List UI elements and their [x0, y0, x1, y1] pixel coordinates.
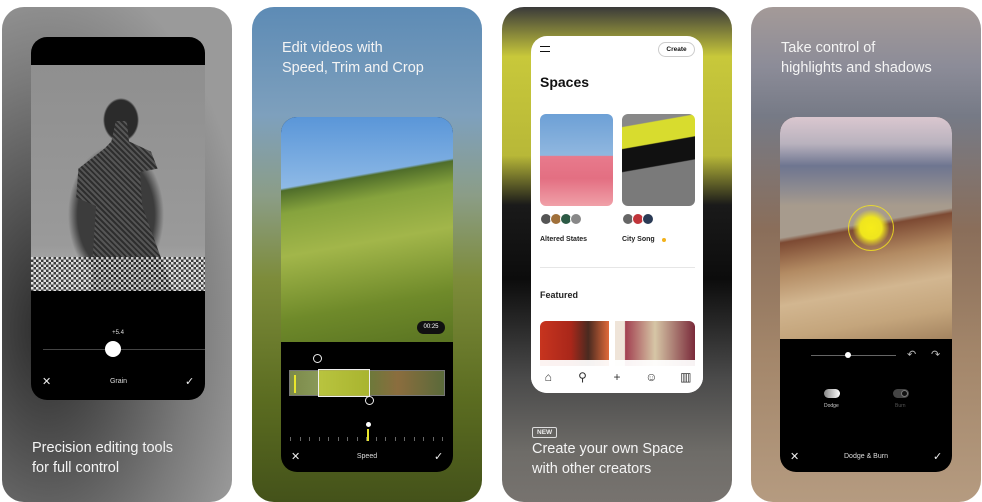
phone-mockup: +5.4 ✕ Grain ✓ [31, 37, 205, 400]
close-icon[interactable]: ✕ [42, 375, 51, 388]
home-icon[interactable]: ⌂ [540, 369, 556, 385]
plus-icon[interactable]: + [609, 369, 625, 385]
undo-icon[interactable]: ↶ [907, 348, 916, 361]
new-badge: NEW [532, 427, 558, 438]
caption-line: highlights and shadows [781, 60, 932, 76]
card-caption: Precision editing tools for full control [32, 438, 173, 478]
timestamp-badge: 00:25 [417, 321, 445, 334]
speed-tick [385, 437, 386, 441]
grain-value: +5.4 [112, 330, 124, 336]
speed-marker[interactable] [367, 429, 369, 441]
speed-tick [356, 437, 358, 441]
page-title: Spaces [540, 74, 590, 90]
speed-tick [375, 437, 377, 441]
dodge-toggle[interactable] [824, 389, 840, 398]
speed-tick [347, 437, 348, 441]
checkered-floor [31, 257, 205, 291]
playhead[interactable] [294, 375, 296, 393]
avatar [642, 213, 654, 225]
speed-tick [318, 437, 320, 441]
avatar-group [540, 213, 582, 225]
burn-toggle[interactable] [893, 389, 909, 398]
space-thumbnail[interactable] [540, 114, 613, 206]
check-icon[interactable]: ✓ [434, 450, 443, 463]
library-icon[interactable]: ▥ [678, 369, 694, 385]
speed-tick [299, 437, 301, 441]
caption-line: Speed, Trim and Crop [282, 60, 424, 76]
speed-tick [309, 437, 310, 441]
phone-mockup: ↶ ↷ Dodge Burn ✕ Dodge & Burn ✓ [780, 117, 952, 472]
caption-line: Edit videos with [282, 40, 383, 56]
speed-tick [290, 437, 291, 441]
speed-tick [423, 437, 424, 441]
speed-tick [432, 437, 434, 441]
portrait-photo [31, 65, 205, 291]
card-caption: Take control of highlights and shadows [781, 38, 932, 78]
speed-tick [413, 437, 415, 441]
caption-line: Take control of [781, 40, 876, 56]
phone-mockup: Create Spaces Altered States City Song F… [531, 36, 703, 393]
card-caption: Create your own Space with other creator… [532, 439, 684, 479]
trim-start-handle[interactable] [313, 354, 322, 363]
speed-tick [442, 437, 443, 441]
menu-icon[interactable] [540, 46, 550, 52]
caption-line: for full control [32, 460, 120, 476]
speed-indicator-dot [365, 422, 371, 427]
speed-tick [337, 437, 339, 441]
create-button[interactable]: Create [658, 42, 695, 57]
space-name[interactable]: City Song [622, 236, 655, 243]
redo-icon[interactable]: ↷ [931, 348, 940, 361]
tab-bar: ⌂ ⚲ + ☺ ▥ [531, 360, 703, 393]
avatar [570, 213, 582, 225]
space-name[interactable]: Altered States [540, 236, 587, 243]
dodge-label: Dodge [824, 403, 839, 409]
grain-slider-thumb[interactable] [105, 341, 121, 357]
tool-name: Dodge & Burn [844, 453, 888, 460]
speed-tick [394, 437, 396, 441]
trim-selection[interactable] [318, 369, 370, 397]
burn-label: Burn [895, 403, 906, 409]
speed-tick [328, 437, 329, 441]
divider [540, 267, 695, 268]
close-icon[interactable]: ✕ [790, 450, 799, 463]
trim-end-handle[interactable] [365, 396, 374, 405]
tool-name: Grain [109, 378, 128, 385]
dodge-brush[interactable] [848, 205, 894, 251]
check-icon[interactable]: ✓ [933, 450, 942, 463]
brush-slider-thumb[interactable] [845, 352, 851, 358]
grain-slider-track[interactable] [43, 349, 205, 350]
close-icon[interactable]: ✕ [291, 450, 300, 463]
brush-slider-track[interactable] [811, 355, 896, 356]
space-thumbnail[interactable] [622, 114, 695, 206]
caption-line: Precision editing tools [32, 440, 174, 456]
speed-tick [404, 437, 405, 441]
caption-line: with other creators [532, 461, 652, 477]
screenshot-card-grain: +5.4 ✕ Grain ✓ Precision editing tools f… [2, 7, 232, 502]
emoji-icon[interactable]: ☺ [643, 369, 659, 385]
tool-name: Speed [356, 453, 378, 460]
caption-line: Create your own Space [532, 441, 684, 457]
card-caption: Edit videos with Speed, Trim and Crop [282, 38, 424, 78]
section-title: Featured [540, 290, 579, 300]
check-icon[interactable]: ✓ [185, 375, 194, 388]
search-icon[interactable]: ⚲ [575, 369, 591, 385]
video-preview [281, 117, 453, 342]
phone-mockup: 00:25 ✕ Speed ✓ [281, 117, 453, 472]
live-indicator [662, 238, 666, 242]
avatar-group [622, 213, 654, 225]
